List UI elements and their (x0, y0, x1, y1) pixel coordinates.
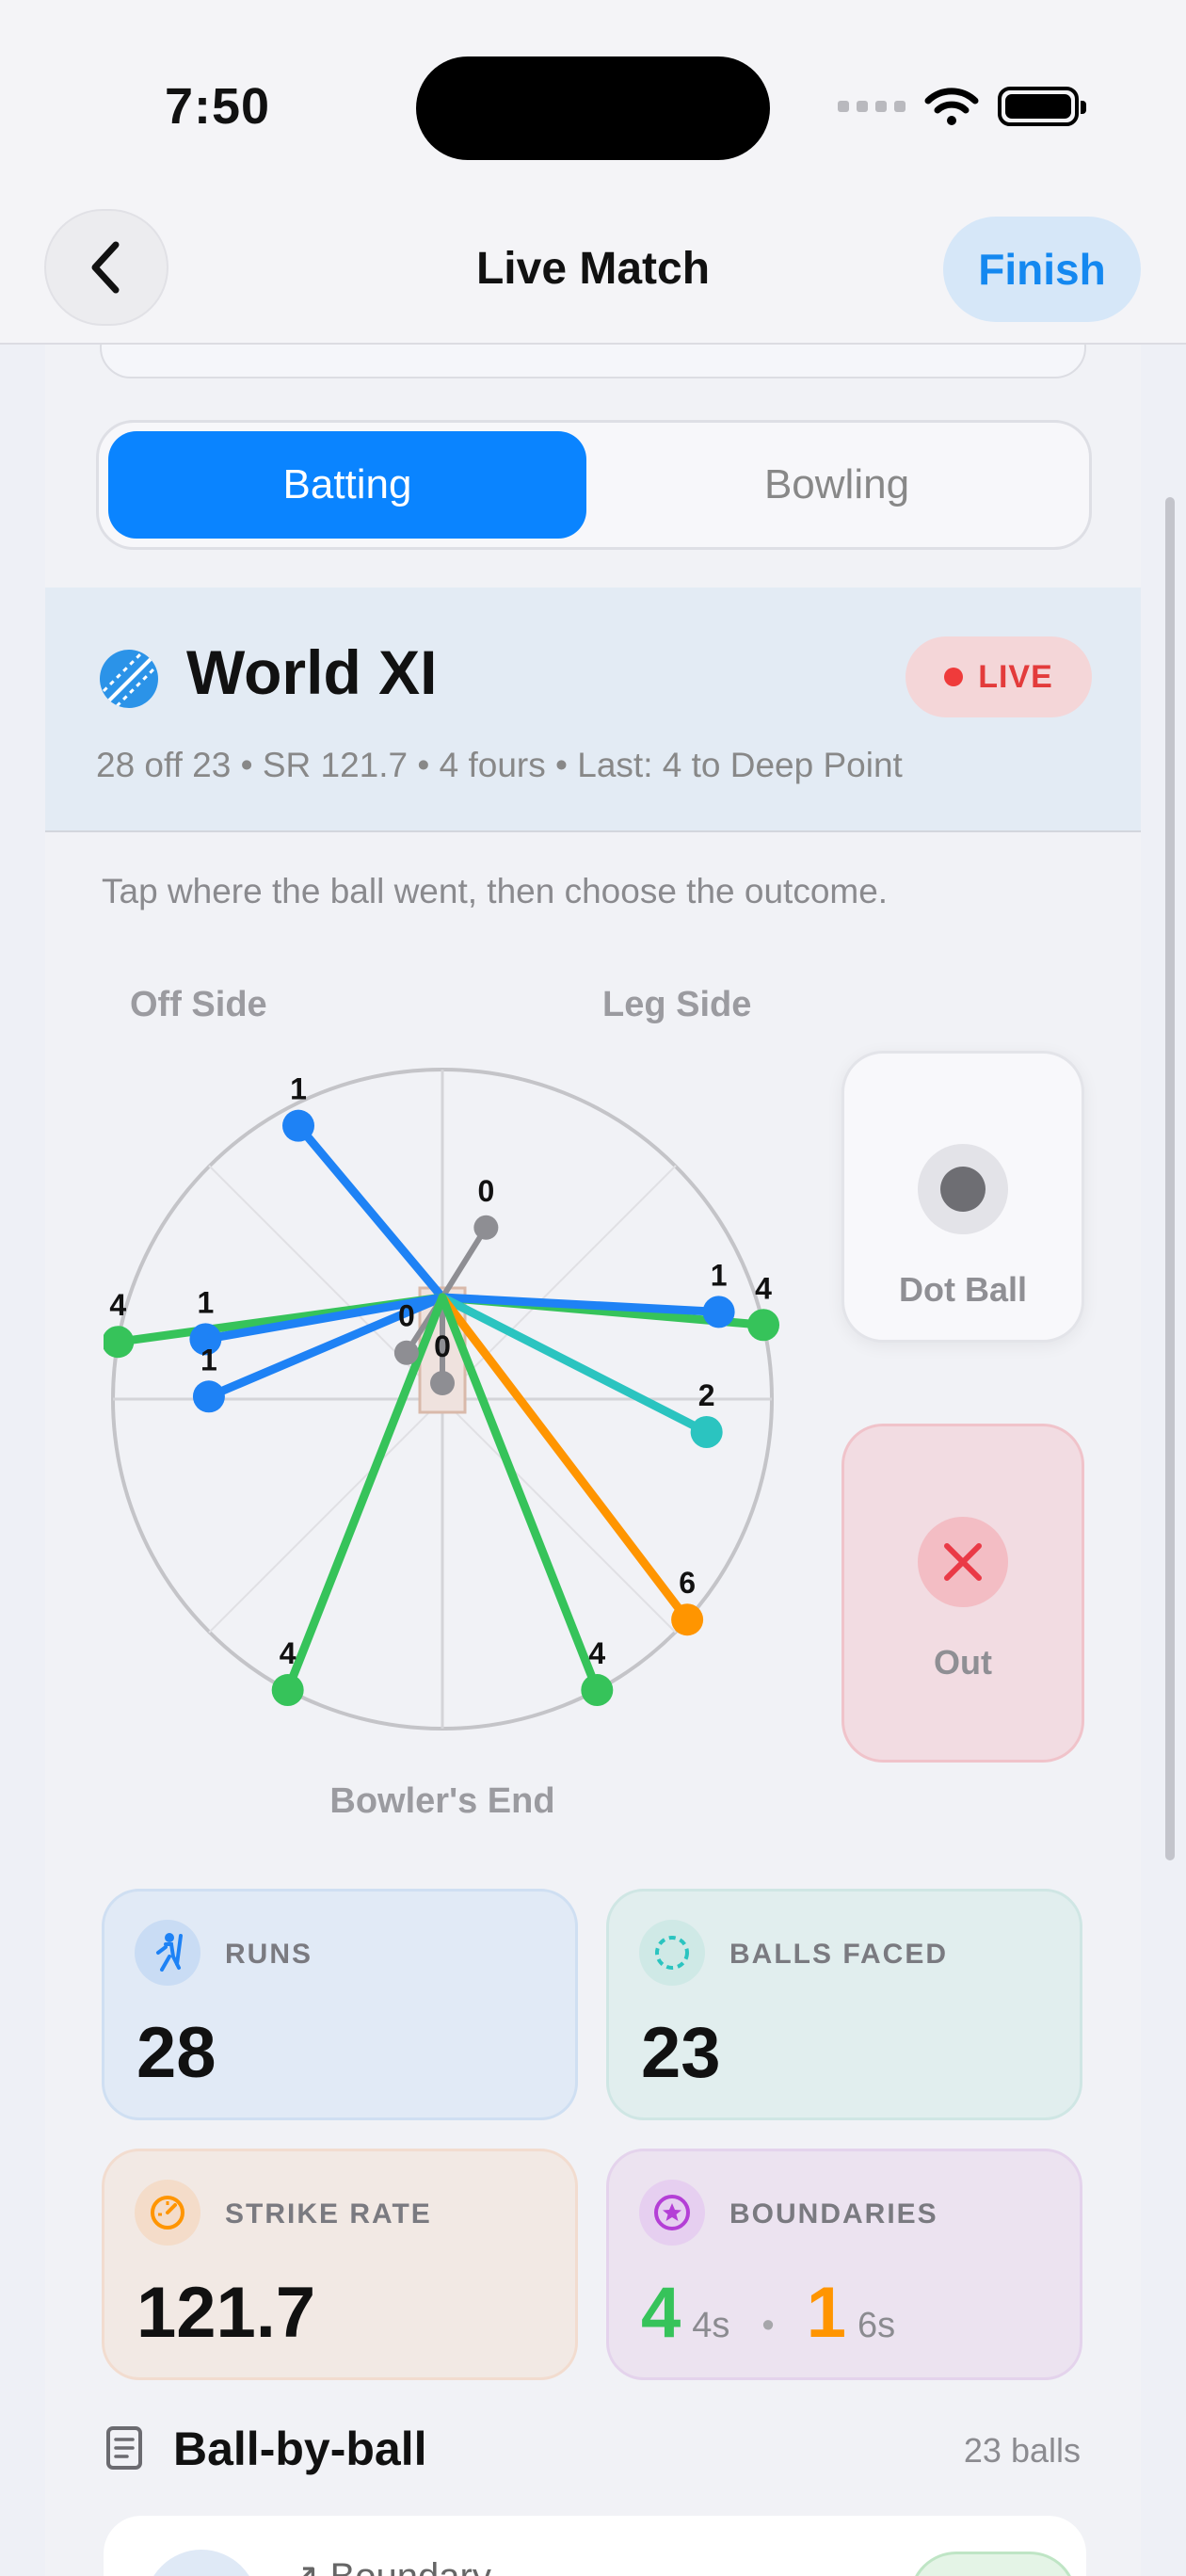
shot-endpoint (271, 1674, 304, 1707)
shot-endpoint (282, 1109, 315, 1142)
shot-runs-label: 1 (197, 1285, 214, 1319)
dot-ball-button[interactable]: Dot Ball (841, 1051, 1084, 1343)
sixes-count: 1 (806, 2273, 847, 2353)
shot-runs-label: 1 (711, 1258, 728, 1292)
previous-card (100, 345, 1086, 378)
boundaries-card: BOUNDARIES 4 4s • 1 6s (606, 2149, 1082, 2380)
shot-endpoint (690, 1416, 723, 1449)
shot-runs-label: 1 (200, 1343, 217, 1377)
scrollbar[interactable] (1165, 497, 1175, 1860)
runs-value: 28 (136, 2013, 216, 2093)
cricket-ball-icon (100, 650, 158, 708)
balls-faced-label: BALLS FACED (729, 1939, 948, 1970)
shot-endpoint (747, 1309, 780, 1342)
balls-faced-card: BALLS FACED 23 (606, 1889, 1082, 2120)
shot-runs-label: 1 (290, 1072, 307, 1106)
ball-avatar (145, 2550, 258, 2576)
dot-ball-label: Dot Ball (898, 1270, 1027, 1309)
star-circle-icon (639, 2180, 705, 2246)
ball-list-item[interactable]: ↗ Boundary (104, 2516, 1086, 2576)
balls-faced-value: 23 (641, 2013, 721, 2093)
battery-icon (998, 87, 1086, 126)
shot-runs-label: 2 (698, 1378, 715, 1412)
shot-runs-label: 4 (109, 1288, 126, 1322)
strike-rate-label: STRIKE RATE (225, 2198, 432, 2230)
bowlers-end-label: Bowler's End (329, 1781, 555, 1821)
fours-unit: 4s (692, 2306, 730, 2345)
wifi-icon (924, 88, 979, 125)
live-dot-icon (944, 668, 964, 686)
shot-runs-label: 0 (398, 1299, 415, 1333)
shot-line (294, 1121, 447, 1302)
shot-runs-label: 4 (755, 1271, 772, 1305)
ball-count: 23 balls (963, 2431, 1081, 2470)
live-badge: LIVE (906, 636, 1092, 717)
boundaries-values: 4 4s • 1 6s (641, 2272, 895, 2354)
separator: • (761, 2306, 775, 2345)
shot-runs-label: 4 (588, 1636, 605, 1670)
shot-endpoint (104, 1326, 135, 1359)
dot-icon (918, 1144, 1008, 1234)
signal-icon (838, 101, 906, 112)
runs-label: RUNS (225, 1939, 313, 1970)
wagon-hint: Tap where the ball went, then choose the… (102, 872, 889, 910)
status-icons (838, 83, 1086, 130)
tab-bowling[interactable]: Bowling (598, 431, 1076, 539)
list-icon (106, 2426, 142, 2470)
dashed-circle-icon (639, 1920, 705, 1986)
shot-endpoint (671, 1603, 704, 1636)
tab-batting[interactable]: Batting (108, 431, 586, 539)
out-label: Out (934, 1643, 992, 1682)
leg-side-label: Leg Side (602, 985, 752, 1024)
batter-icon (135, 1920, 200, 1986)
boundaries-label: BOUNDARIES (729, 2198, 938, 2230)
out-button[interactable]: Out (841, 1424, 1084, 1763)
shot-runs-label: 0 (434, 1329, 451, 1363)
ball-description: ↗ Boundary (288, 2555, 491, 2576)
shot-line (438, 1293, 601, 1695)
runs-pill (909, 2552, 1077, 2576)
shot-endpoint (192, 1380, 225, 1413)
dynamic-island (416, 56, 770, 160)
strike-rate-value: 121.7 (136, 2273, 316, 2353)
finish-button[interactable]: Finish (943, 217, 1141, 322)
shot-runs-label: 6 (679, 1566, 696, 1600)
runs-card: RUNS 28 (102, 1889, 578, 2120)
close-icon (918, 1517, 1008, 1607)
off-side-label: Off Side (130, 985, 267, 1024)
strike-rate-card: STRIKE RATE 121.7 (102, 2149, 578, 2380)
batting-bowling-toggle: Batting Bowling (96, 420, 1092, 550)
wagon-wheel[interactable]: 14 11000412644 (104, 1060, 781, 1738)
nav-bar: Live Match Finish (0, 198, 1186, 345)
main-content: Batting Bowling World XI LIVE 28 off 23 … (45, 345, 1141, 2576)
shot-line (438, 1293, 692, 1624)
status-bar: 7:50 (0, 0, 1186, 198)
ball-by-ball-title: Ball-by-ball (173, 2423, 427, 2475)
status-time: 7:50 (165, 78, 271, 135)
team-header: World XI LIVE 28 off 23 • SR 121.7 • 4 f… (45, 588, 1141, 832)
shot-endpoint (473, 1215, 499, 1240)
live-label: LIVE (978, 658, 1053, 695)
gauge-icon (135, 2180, 200, 2246)
shot-runs-label: 4 (280, 1636, 296, 1670)
shot-endpoint (581, 1674, 614, 1707)
fours-count: 4 (641, 2273, 681, 2353)
batter-summary: 28 off 23 • SR 121.7 • 4 fours • Last: 4… (96, 746, 903, 784)
shot-runs-label: 0 (477, 1174, 494, 1208)
sixes-unit: 6s (857, 2306, 896, 2345)
shot-endpoint (430, 1371, 455, 1395)
shot-endpoint (393, 1340, 419, 1365)
shot-endpoint (702, 1296, 735, 1328)
team-name: World XI (186, 637, 438, 707)
